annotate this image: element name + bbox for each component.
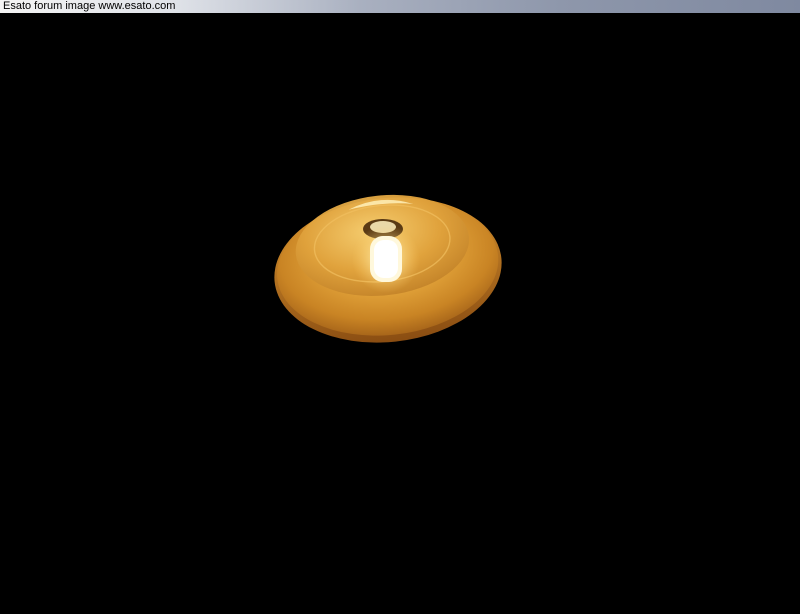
lamp-photo (274, 194, 502, 343)
glowing-bulb (352, 225, 420, 293)
caption-text: Esato forum image www.esato.com (3, 0, 176, 12)
caption-bar: Esato forum image www.esato.com (0, 0, 800, 13)
image-viewer: Esato forum image www.esato.com (0, 0, 800, 614)
